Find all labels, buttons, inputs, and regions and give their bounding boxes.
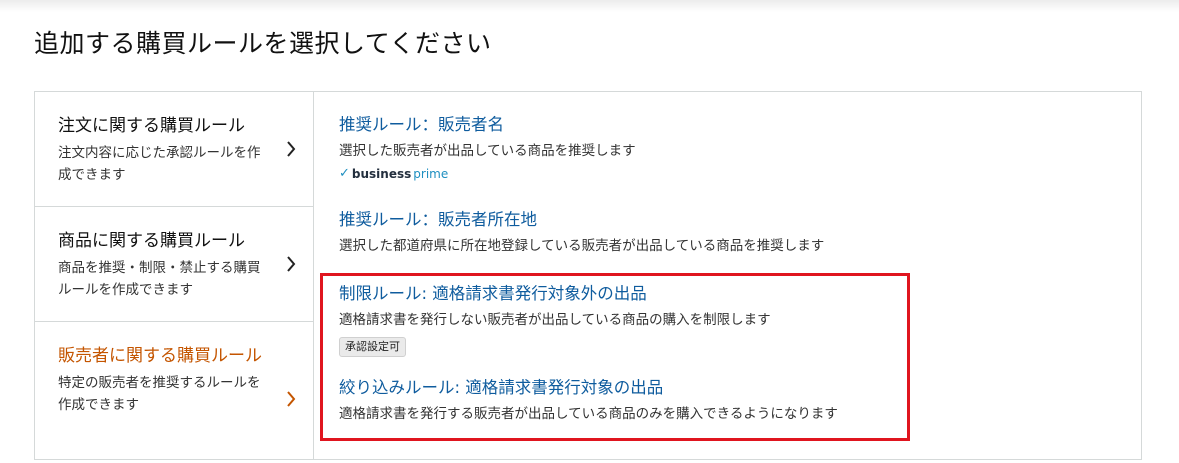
- rule-description: 選択した都道府県に所在地登録している販売者が出品している商品を推奨します: [339, 238, 825, 254]
- category-list: 注文に関する購買ルール 注文内容に応じた承認ルールを作成できます 商品に関する購…: [35, 92, 314, 459]
- category-order-rules[interactable]: 注文に関する購買ルール 注文内容に応じた承認ルールを作成できます: [35, 92, 313, 207]
- chevron-right-icon: [285, 389, 299, 409]
- rule-item-seller-location: 推奨ルール：販売者所在地 選択した都道府県に所在地登録している販売者が出品してい…: [339, 209, 824, 256]
- rule-list: 推奨ルール：販売者名 選択した販売者が出品している商品を推奨します ✓ busi…: [314, 92, 1141, 459]
- category-title: 注文に関する購買ルール: [58, 116, 245, 136]
- category-seller-rules[interactable]: 販売者に関する購買ルール 特定の販売者を推奨するルールを作成できます: [35, 322, 313, 459]
- category-title: 商品に関する購買ルール: [58, 231, 245, 251]
- chevron-right-icon: [285, 254, 299, 274]
- category-description: 特定の販売者を推奨するルールを作成できます: [58, 375, 261, 413]
- category-description: 商品を推奨・制限・禁止する購買ルールを作成できます: [58, 260, 261, 298]
- rule-selector-panel: 注文に関する購買ルール 注文内容に応じた承認ルールを作成できます 商品に関する購…: [34, 91, 1142, 460]
- rule-item-seller-name: 推奨ルール：販売者名 選択した販売者が出品している商品を推奨します ✓ busi…: [339, 114, 636, 181]
- rule-title-link[interactable]: 推奨ルール：販売者名: [339, 114, 636, 136]
- rule-item-filter-invoice: 絞り込みルール: 適格請求書発行対象の出品 適格請求書を発行する販売者が出品して…: [339, 377, 838, 424]
- category-description: 注文内容に応じた承認ルールを作成できます: [58, 145, 261, 183]
- category-title: 販売者に関する購買ルール: [58, 346, 262, 366]
- category-product-rules[interactable]: 商品に関する購買ルール 商品を推奨・制限・禁止する購買ルールを作成できます: [35, 207, 313, 322]
- rule-description: 適格請求書を発行する販売者が出品している商品のみを購入できるようになります: [339, 406, 838, 422]
- rule-item-restrict-non-invoice: 制限ルール: 適格請求書発行対象外の出品 適格請求書を発行しない販売者が出品して…: [339, 283, 771, 357]
- chevron-right-icon: [285, 139, 299, 159]
- rule-title-link[interactable]: 制限ルール: 適格請求書発行対象外の出品: [339, 283, 771, 305]
- badge-prime-text: prime: [413, 166, 449, 181]
- top-shadow: [0, 0, 1179, 12]
- badge-business-text: business: [351, 166, 412, 181]
- business-prime-badge: ✓ business prime: [339, 166, 636, 181]
- rule-description: 適格請求書を発行しない販売者が出品している商品の購入を制限します: [339, 312, 771, 328]
- approval-tag: 承認設定可: [339, 337, 406, 357]
- rule-description: 選択した販売者が出品している商品を推奨します: [339, 143, 636, 159]
- page-title: 追加する購買ルールを選択してください: [34, 29, 492, 58]
- rule-title-link[interactable]: 推奨ルール：販売者所在地: [339, 209, 824, 231]
- rule-title-link[interactable]: 絞り込みルール: 適格請求書発行対象の出品: [339, 377, 838, 399]
- check-icon: ✓: [339, 166, 350, 181]
